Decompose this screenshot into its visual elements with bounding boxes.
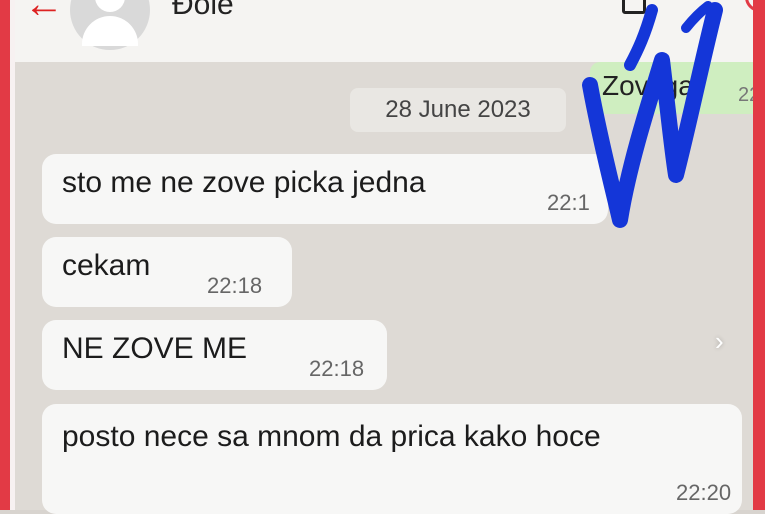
frame-highlight bbox=[10, 0, 15, 510]
scribble-mark bbox=[582, 1, 723, 228]
